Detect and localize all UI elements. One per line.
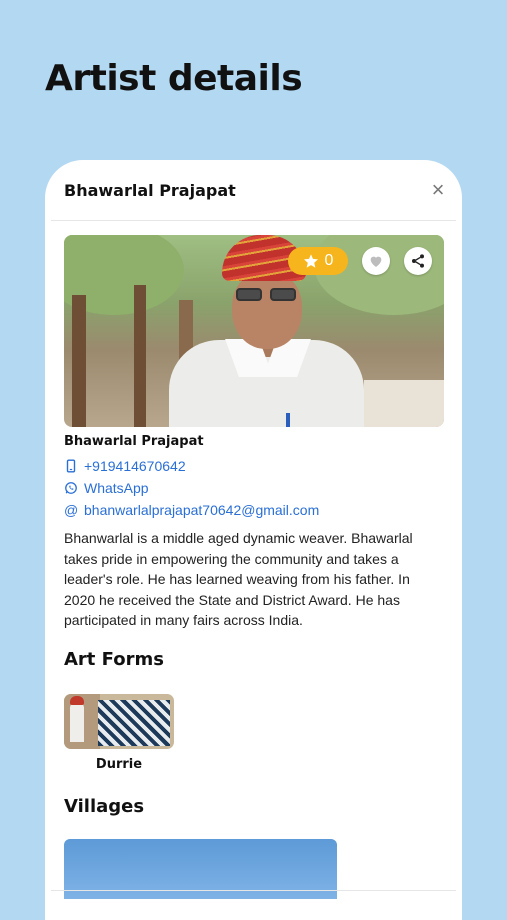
tree-trunk xyxy=(72,295,86,427)
artist-info: Bhawarlal Prajapat +919414670642 WhatsAp… xyxy=(64,434,444,670)
whatsapp-link[interactable]: WhatsApp xyxy=(64,480,444,496)
like-button[interactable] xyxy=(362,247,390,275)
close-icon[interactable]: × xyxy=(426,178,450,202)
villages-heading: Villages xyxy=(64,796,145,817)
artform-card-durrie[interactable] xyxy=(64,694,174,749)
person-glasses xyxy=(236,288,298,302)
email-address: bhanwarlalprajapat70642@gmail.com xyxy=(84,502,320,518)
artform-label: Durrie xyxy=(95,757,143,772)
at-icon: @ xyxy=(64,502,79,518)
email-link[interactable]: @ bhanwarlalprajapat70642@gmail.com xyxy=(64,502,444,518)
modal-title: Bhawarlal Prajapat xyxy=(64,180,236,200)
artist-name: Bhawarlal Prajapat xyxy=(64,434,204,449)
shirt-pen xyxy=(286,413,290,427)
heart-icon xyxy=(370,256,382,267)
artist-detail-card: Bhawarlal Prajapat × 0 Bhawarlal Prajapa… xyxy=(45,160,462,920)
modal-header: Bhawarlal Prajapat × xyxy=(51,160,456,221)
artist-bio: Bhanwarlal is a middle aged dynamic weav… xyxy=(64,530,413,629)
rating-button[interactable]: 0 xyxy=(288,247,348,275)
phone-link[interactable]: +919414670642 xyxy=(64,458,444,474)
art-forms-heading: Art Forms xyxy=(64,648,164,670)
tree-trunk xyxy=(134,285,146,427)
durrie-rug-pattern xyxy=(98,700,170,746)
artform-photo-turban xyxy=(70,696,84,705)
phone-number: +919414670642 xyxy=(84,458,186,474)
share-icon xyxy=(412,254,424,268)
phone-icon xyxy=(66,459,76,473)
whatsapp-icon xyxy=(65,482,77,494)
divider xyxy=(51,890,456,891)
star-icon xyxy=(303,254,318,268)
person-face xyxy=(232,271,302,349)
share-button[interactable] xyxy=(404,247,432,275)
rating-count: 0 xyxy=(324,252,334,269)
artform-photo-person xyxy=(70,702,84,742)
whatsapp-label: WhatsApp xyxy=(84,480,149,496)
artist-photo: 0 xyxy=(64,235,444,427)
page-heading: Artist details xyxy=(45,58,303,99)
background-wall xyxy=(364,380,444,427)
